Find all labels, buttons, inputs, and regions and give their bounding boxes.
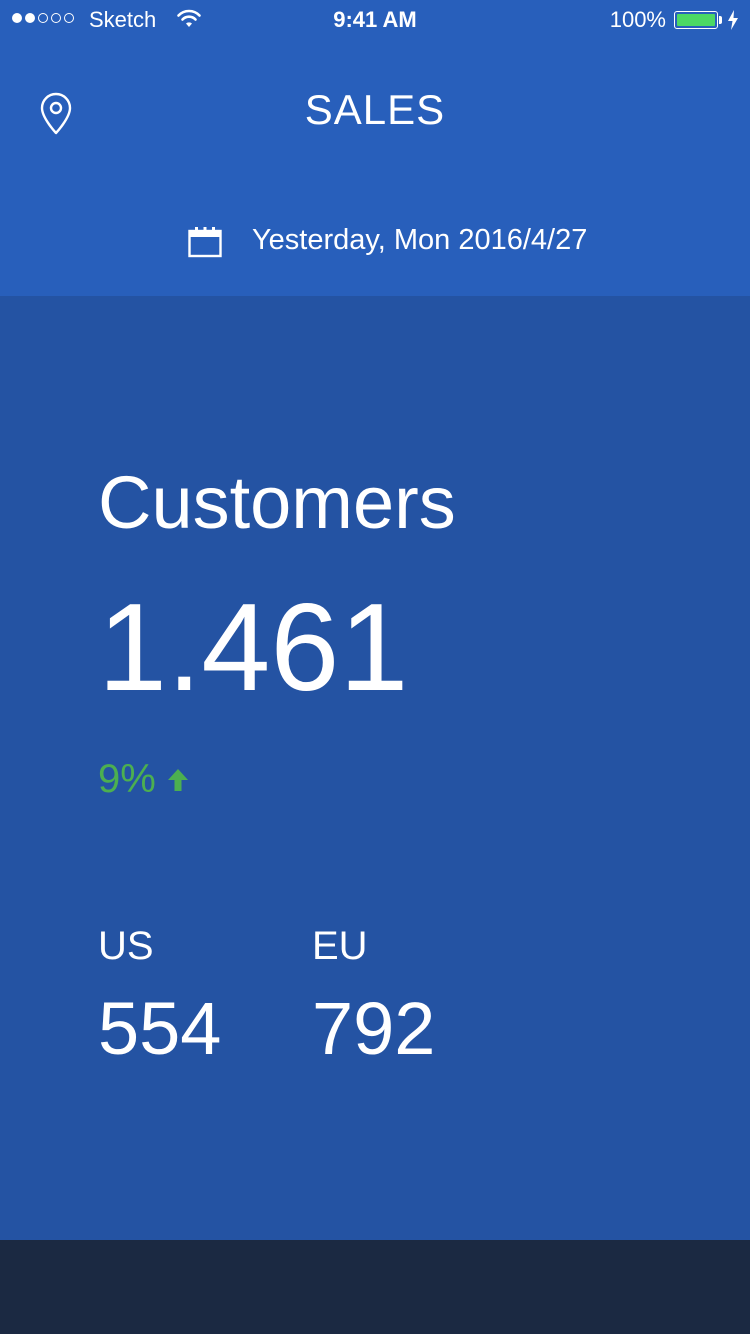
calendar-icon bbox=[188, 227, 222, 258]
status-bar: Sketch 9:41 AM 100% bbox=[0, 0, 750, 40]
page-title: SALES bbox=[304, 86, 446, 133]
region-us: US 554 bbox=[98, 926, 221, 1066]
customers-card: Customers 1.461 9% US 554 EU 792 bbox=[0, 296, 750, 1240]
battery-percent: 100% bbox=[609, 7, 666, 32]
region-value: 554 bbox=[98, 987, 222, 1070]
date-selector[interactable]: Yesterday, Mon 2016/4/27 bbox=[0, 220, 750, 264]
battery-tip bbox=[719, 16, 722, 24]
region-eu: EU 792 bbox=[312, 926, 435, 1066]
change-indicator: 9% bbox=[98, 759, 190, 799]
bottom-bar bbox=[0, 1240, 750, 1334]
region-value: 792 bbox=[312, 987, 436, 1070]
region-label: US bbox=[98, 924, 154, 968]
selected-date: Yesterday, Mon 2016/4/27 bbox=[252, 224, 588, 256]
charging-bolt-icon bbox=[728, 10, 738, 30]
region-label: EU bbox=[312, 924, 368, 968]
battery-icon bbox=[674, 11, 718, 29]
change-percent: 9% bbox=[98, 757, 156, 801]
header-panel: Sketch 9:41 AM 100% SALES Yesterday, Mon… bbox=[0, 0, 750, 296]
arrow-up-icon bbox=[167, 769, 188, 791]
metric-label: Customers bbox=[98, 461, 456, 544]
metric-value: 1.461 bbox=[98, 579, 409, 717]
